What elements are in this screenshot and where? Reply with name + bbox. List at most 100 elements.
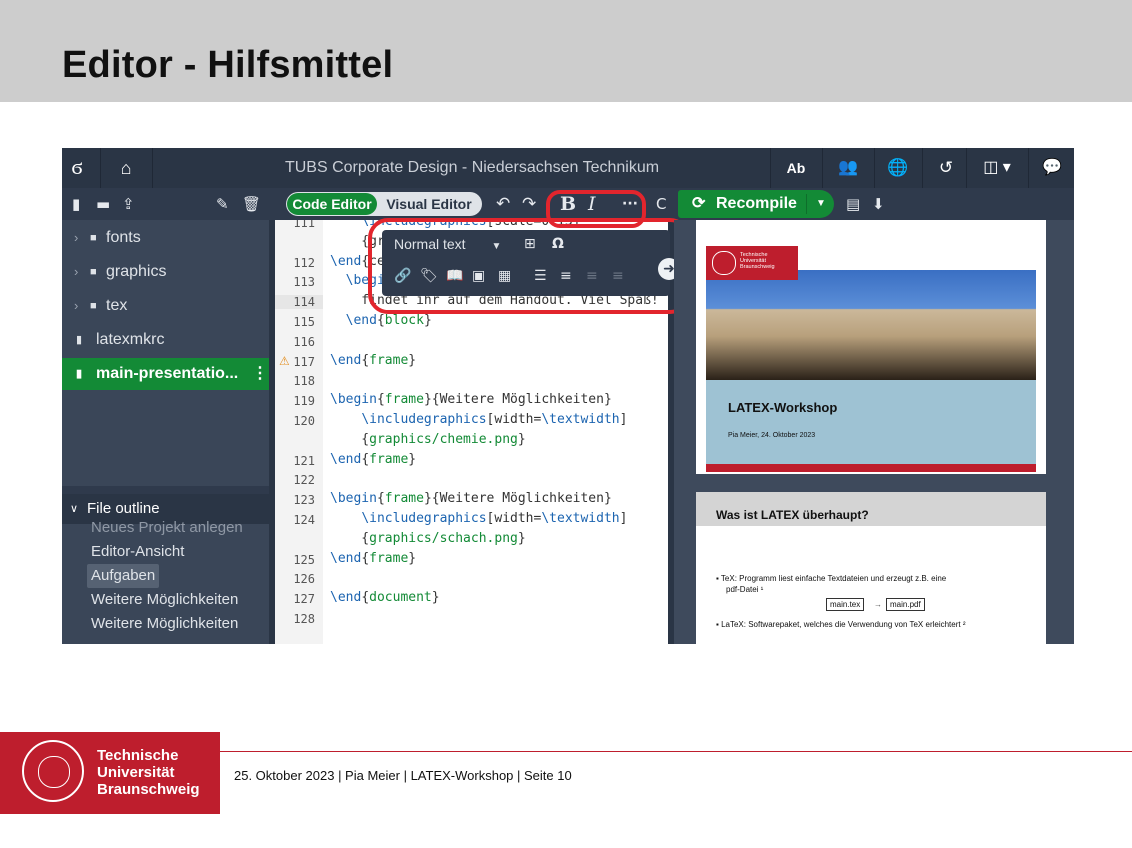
rename-pencil-icon[interactable]: ✎ xyxy=(216,188,229,220)
line-number: 124 xyxy=(293,513,315,527)
code-line[interactable]: \begi xyxy=(330,273,385,288)
chevron-right-icon: › xyxy=(74,230,79,245)
line-number: 126 xyxy=(293,572,315,587)
visual-editor-tab[interactable]: Visual Editor xyxy=(378,193,480,215)
undo-icon[interactable]: ↶ xyxy=(496,188,510,220)
line-number: 123 xyxy=(293,493,315,508)
overleaf-logo-icon[interactable]: ϭ xyxy=(62,148,92,188)
line-number: 119 xyxy=(293,394,315,409)
layout-icon[interactable]: ◫ ▾ xyxy=(970,148,1024,188)
chevron-right-icon: › xyxy=(74,264,79,279)
outdent-icon[interactable]: ≡ xyxy=(586,268,598,284)
file-tree-item-selected[interactable]: ▮ main-presentatio... ⋮ xyxy=(62,358,269,390)
file-tree-item[interactable]: › ■ fonts xyxy=(62,222,269,254)
file-tree-item[interactable]: › ■ tex xyxy=(62,290,269,322)
seal-icon xyxy=(22,740,84,802)
insert-figure-icon[interactable]: ⊞ xyxy=(524,236,536,252)
line-number: 121 xyxy=(293,453,315,468)
file-tree-item[interactable]: ▮ latexmkrc xyxy=(62,324,269,356)
logs-icon[interactable]: ▤ xyxy=(846,188,860,220)
recompile-button[interactable]: ⟳ Recompile ▼ xyxy=(678,190,834,218)
code-line[interactable]: \begin{frame}{Weitere Möglichkeiten} xyxy=(330,491,612,506)
line-number: 116 xyxy=(293,334,315,349)
editor-mode-toggle[interactable]: Code Editor Visual Editor xyxy=(286,192,482,216)
table-icon[interactable]: ▦ xyxy=(498,268,511,284)
line-number: 113 xyxy=(293,275,315,290)
line-number: 128 xyxy=(293,612,315,626)
code-line[interactable]: \end{frame} xyxy=(330,551,416,566)
globe-icon[interactable]: 🌐 xyxy=(878,148,918,188)
file-icon: ▮ xyxy=(76,368,83,380)
slide-title: Editor - Hilfsmittel xyxy=(62,44,394,86)
code-line[interactable]: \includegraphics[scale=0.13] xyxy=(330,220,580,229)
code-line[interactable]: \includegraphics[width=\textwidth] xyxy=(330,511,627,526)
redo-icon[interactable]: ↷ xyxy=(522,188,536,220)
reference-book-icon[interactable]: 📖 xyxy=(446,268,463,284)
outline-item[interactable]: Weitere Möglichkeiten xyxy=(87,588,242,612)
slide-footer: 25. Oktober 2023 | Pia Meier | LATEX-Wor… xyxy=(234,768,572,783)
search-icon[interactable]: C xyxy=(656,188,666,220)
pdf-bullet: ▪ LaTeX: Softwarepaket, welches die Verw… xyxy=(716,620,966,629)
pdf-box-tex: main.tex xyxy=(826,598,865,611)
review-icon[interactable]: Ab xyxy=(774,148,818,188)
image-icon[interactable]: ▣ xyxy=(472,268,485,284)
format-popup-menu: Normal text ▼ ⊞ Ω 🔗 🏷 📖 ▣ ▦ ☰ ≡ ≡ ≡ xyxy=(382,230,670,296)
text-style-select[interactable]: Normal text ▼ xyxy=(394,236,501,252)
delete-trash-icon[interactable]: 🗑 xyxy=(242,188,261,220)
folder-icon: ■ xyxy=(90,266,97,278)
footer-line xyxy=(220,751,1132,752)
home-icon[interactable]: ⌂ xyxy=(106,148,146,188)
pdf-box-pdf: main.pdf xyxy=(886,598,925,611)
warning-icon[interactable]: ⚠ xyxy=(279,354,290,368)
code-line[interactable]: {graphics/schach.png} xyxy=(330,531,525,546)
code-editor-tab[interactable]: Code Editor xyxy=(287,193,377,215)
code-line[interactable]: \end{block} xyxy=(330,313,432,328)
pdf-page-subtitle: Pia Meier, 24. Oktober 2023 xyxy=(728,432,816,439)
pdf-page-title: LATEX-Workshop xyxy=(728,400,838,415)
kebab-menu-icon[interactable]: ⋮ xyxy=(252,358,268,390)
chat-icon[interactable]: 💬 xyxy=(1032,148,1072,188)
line-number: 112 xyxy=(293,255,315,270)
code-line[interactable]: {graphics/chemie.png} xyxy=(330,432,525,447)
code-line[interactable]: \end{frame} xyxy=(330,452,416,467)
line-number: 115 xyxy=(293,315,315,329)
outline-item[interactable]: Editor-Ansicht xyxy=(87,540,188,564)
project-title: TUBS Corporate Design - Niedersachsen Te… xyxy=(284,159,660,176)
line-number: 125 xyxy=(293,552,315,567)
history-icon[interactable]: ↺ xyxy=(926,148,966,188)
more-button[interactable]: ··· xyxy=(622,188,638,220)
italic-button[interactable]: I xyxy=(588,188,596,220)
file-tree-item[interactable]: › ■ graphics xyxy=(62,256,269,288)
bullet-list-icon[interactable]: ☰ xyxy=(534,268,547,284)
upload-icon[interactable]: ⇪ xyxy=(122,188,135,220)
code-line[interactable]: \end{frame} xyxy=(330,353,416,368)
new-file-icon[interactable]: ▮ xyxy=(72,188,80,220)
indent-icon[interactable]: ≡ xyxy=(612,268,624,284)
line-number: 118 xyxy=(293,374,315,389)
chevron-down-icon: ▼ xyxy=(491,241,502,252)
outline-item[interactable]: Weitere Möglichkeiten xyxy=(87,612,242,636)
numbered-list-icon[interactable]: ≡ xyxy=(560,268,572,284)
code-line[interactable]: \begin{frame}{Weitere Möglichkeiten} xyxy=(330,392,612,407)
line-number: 120 xyxy=(293,414,315,428)
link-icon[interactable]: 🔗 xyxy=(394,268,411,284)
share-users-icon[interactable]: 👥 xyxy=(826,148,870,188)
new-folder-icon[interactable]: ▬ xyxy=(96,188,110,220)
code-line[interactable]: \end{document} xyxy=(330,590,440,605)
tag-icon[interactable]: 🏷 xyxy=(420,268,438,284)
outline-item[interactable]: Neues Projekt anlegen xyxy=(87,516,247,540)
line-number: 114 xyxy=(275,295,323,310)
pdf-page2-title: Was ist LATEX überhaupt? xyxy=(716,508,869,522)
pdf-preview[interactable]: Technische Universität Braunschweig LATE… xyxy=(674,220,1074,644)
download-pdf-icon[interactable]: ⬇ xyxy=(872,188,885,220)
outline-item-selected[interactable]: Aufgaben xyxy=(87,564,160,588)
overleaf-screenshot: ϭ ⌂ TUBS Corporate Design - Niedersachse… xyxy=(62,148,1074,644)
file-tree: › ■ fonts › ■ graphics › ■ tex ▮ latexmk… xyxy=(62,220,269,564)
code-line[interactable]: \includegraphics[width=\textwidth] xyxy=(330,412,627,427)
bold-button[interactable]: B xyxy=(560,188,576,220)
chevron-down-icon[interactable]: ▼ xyxy=(816,190,826,218)
title-block: LATEX-Workshop Pia Meier, 24. Oktober 20… xyxy=(706,380,1036,464)
editor-toolbar: ▮ ▬ ⇪ ✎ 🗑 Code Editor Visual Editor ↶ ↷ … xyxy=(62,188,1074,220)
recompile-label: Recompile xyxy=(716,195,797,212)
special-characters-button[interactable]: Ω xyxy=(552,236,564,252)
